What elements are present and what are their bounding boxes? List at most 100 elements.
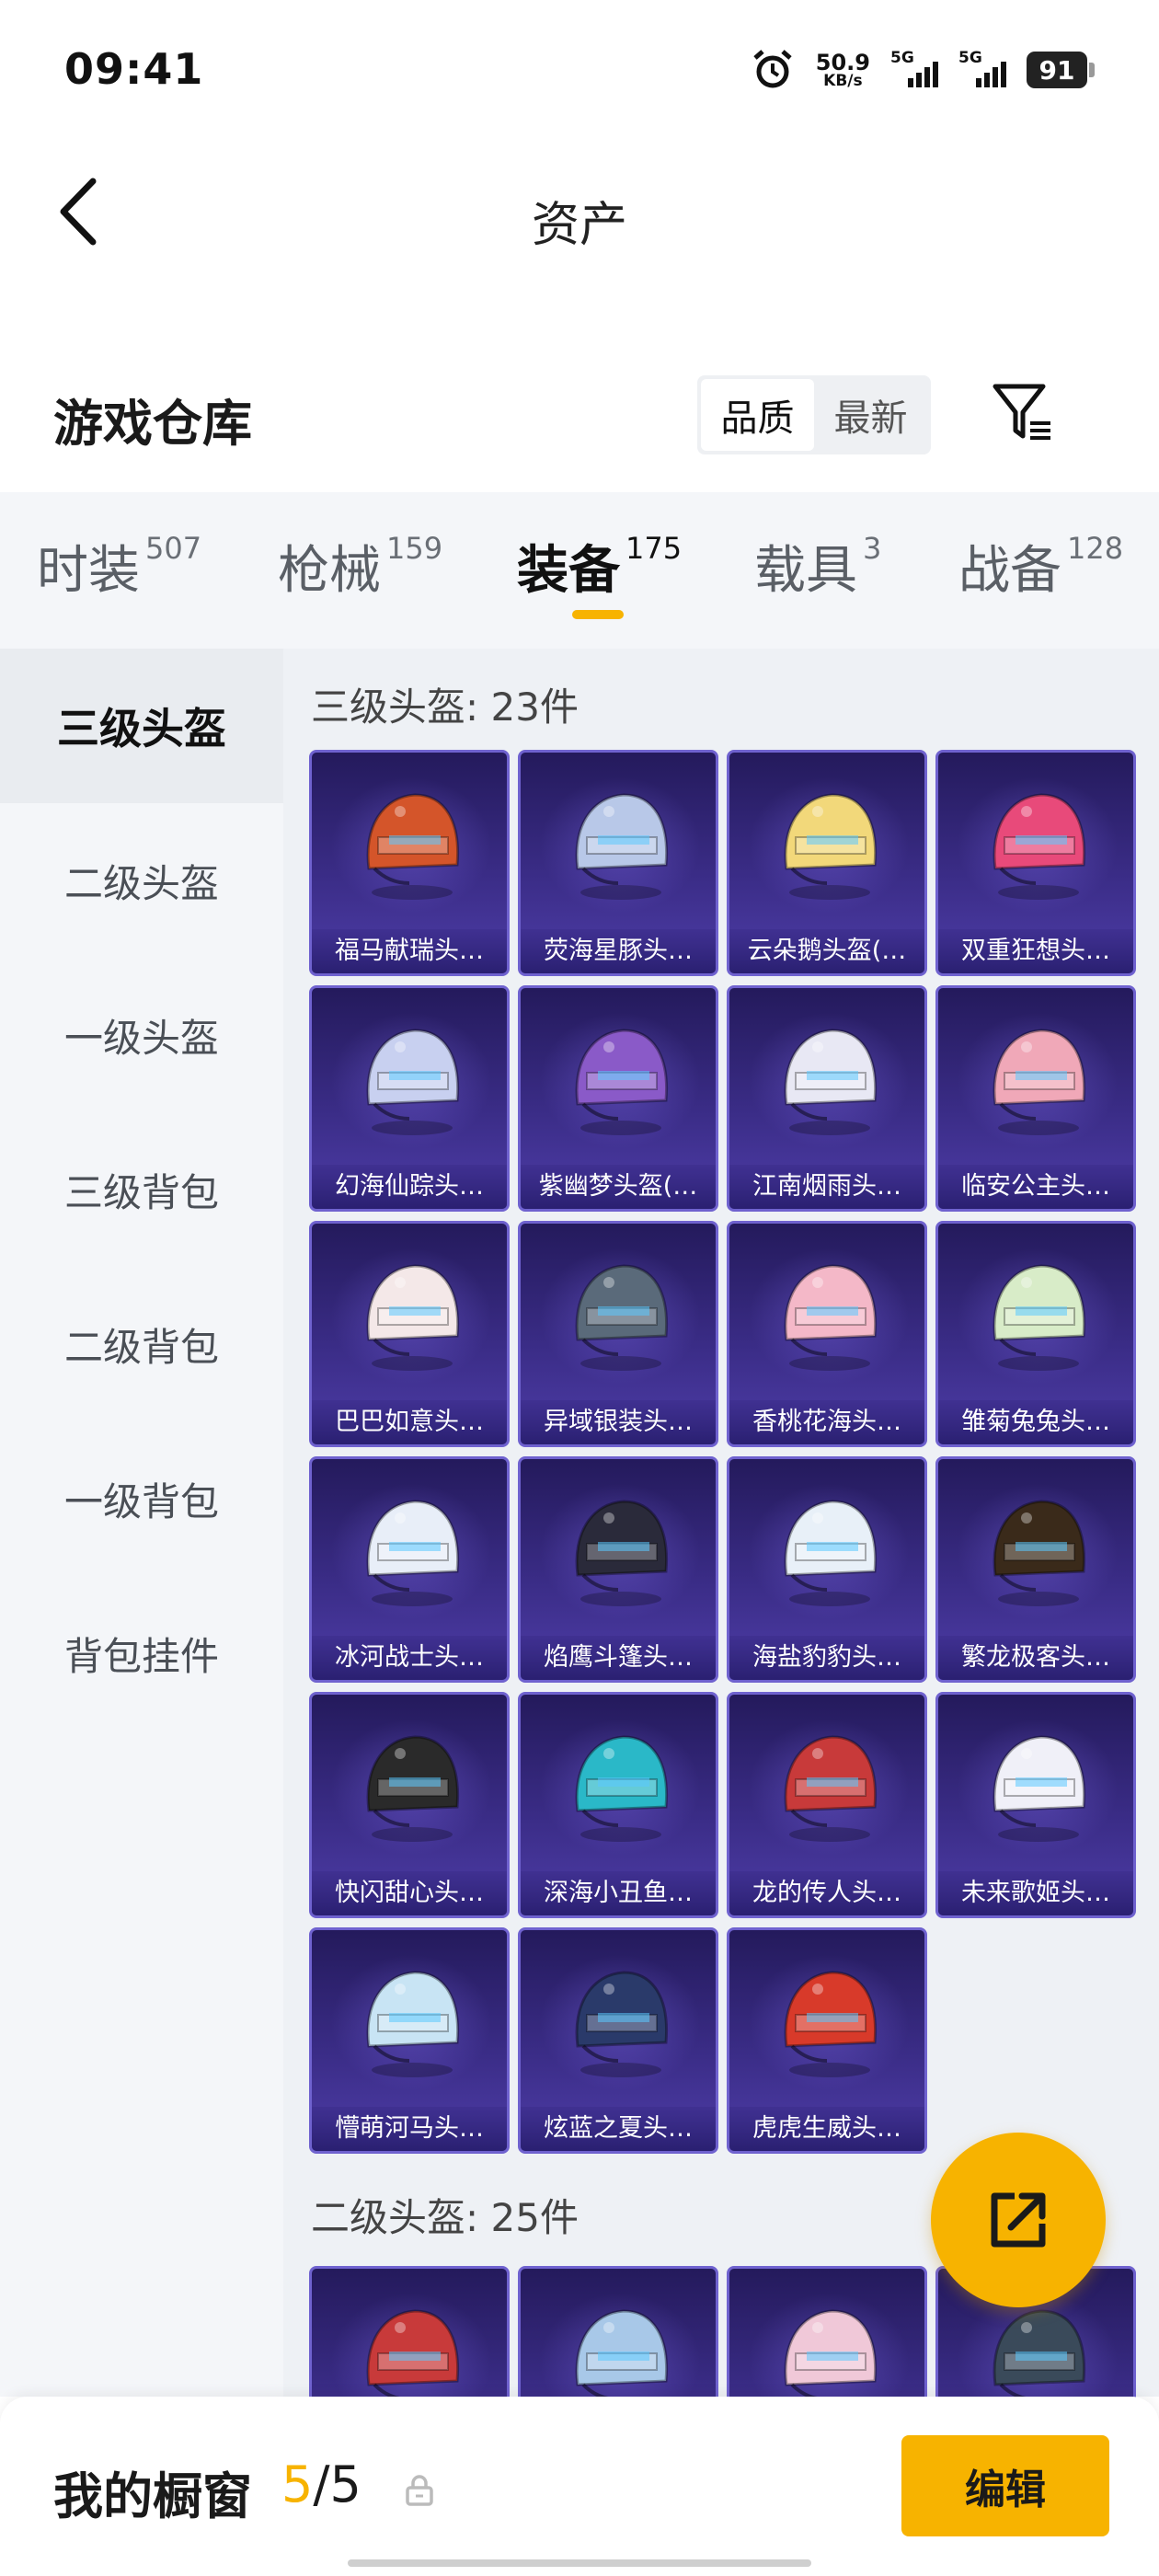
helmet-card[interactable]: 异域银装头…: [518, 1221, 718, 1447]
helmet-icon: [561, 1251, 681, 1380]
side-item-level1-helmet[interactable]: 一级头盔: [0, 958, 283, 1112]
home-indicator: [348, 2559, 811, 2567]
helmet-card[interactable]: 冰河战士头…: [309, 1456, 510, 1683]
helmet-icon: [561, 780, 681, 909]
sort-toggle: 品质 最新: [697, 375, 931, 454]
helmet-name: 荧海星豚头…: [521, 929, 716, 973]
helmet-icon: [352, 780, 472, 909]
share-button[interactable]: [931, 2133, 1106, 2307]
helmet-icon: [770, 1016, 889, 1144]
helmet-name: 临安公主头…: [938, 1165, 1133, 1209]
status-bar: 09:41 50.9 KB/s 5G 5G 91: [0, 0, 1159, 138]
helmet-icon: [979, 1487, 1098, 1616]
helmet-name: 冰河战士头…: [312, 1636, 507, 1680]
tab-indicator: [572, 610, 624, 619]
lock-icon: [406, 2475, 433, 2506]
helmet-card[interactable]: 香桃花海头…: [727, 1221, 927, 1447]
helmet-name: 龙的传人头…: [729, 1871, 924, 1915]
helmet-icon: [352, 1958, 472, 2087]
helmet-icon: [352, 1722, 472, 1851]
signal-icon: 5G: [890, 49, 938, 91]
tab-fashion[interactable]: 时装 507: [37, 529, 201, 604]
helmet-card[interactable]: 雏菊兔兔头…: [935, 1221, 1136, 1447]
helmet-card[interactable]: 快闪甜心头…: [309, 1692, 510, 1918]
side-item-level2-backpack[interactable]: 二级背包: [0, 1267, 283, 1421]
helmet-card[interactable]: 福马献瑞头…: [309, 750, 510, 976]
helmet-name: 异域银装头…: [521, 1400, 716, 1444]
helmet-icon: [561, 1487, 681, 1616]
section-title: 三级头盔: 23件: [311, 684, 579, 730]
alarm-icon: [750, 47, 796, 93]
helmet-card[interactable]: 焰鹰斗篷头…: [518, 1456, 718, 1683]
helmet-card[interactable]: 江南烟雨头…: [727, 985, 927, 1212]
helmet-name: 紫幽梦头盔(…: [521, 1165, 716, 1209]
helmet-name: 巴巴如意头…: [312, 1400, 507, 1444]
helmet-card[interactable]: 未来歌姬头…: [935, 1692, 1136, 1918]
helmet-card[interactable]: 临安公主头…: [935, 985, 1136, 1212]
category-tabs: 时装 507 枪械 159 装备 175 载具 3 战备 128: [0, 492, 1159, 649]
status-icons: 50.9 KB/s 5G 5G 91: [750, 44, 1095, 96]
helmet-name: 虎虎生威头…: [729, 2107, 924, 2151]
helmet-name: 双重狂想头…: [938, 929, 1133, 973]
helmet-name: 海盐豹豹头…: [729, 1636, 924, 1680]
helmet-card[interactable]: 深海小丑鱼…: [518, 1692, 718, 1918]
helmet-card[interactable]: 云朵鹅头盔(…: [727, 750, 927, 976]
side-item-level1-backpack[interactable]: 一级背包: [0, 1421, 283, 1576]
side-menu: 三级头盔 二级头盔 一级头盔 三级背包 二级背包 一级背包 背包挂件: [0, 649, 283, 2397]
bottom-bar: 我的橱窗 5/5 编辑: [0, 2397, 1159, 2576]
helmet-icon: [561, 1016, 681, 1144]
helmet-name: 未来歌姬头…: [938, 1871, 1133, 1915]
warehouse-title: 游戏仓库: [53, 395, 252, 453]
helmet-icon: [770, 1487, 889, 1616]
helmet-name: 焰鹰斗篷头…: [521, 1636, 716, 1680]
side-item-backpack-pendant[interactable]: 背包挂件: [0, 1576, 283, 1731]
helmet-icon: [979, 1722, 1098, 1851]
sort-option-quality[interactable]: 品质: [701, 379, 814, 451]
share-icon: [991, 2192, 1046, 2248]
helmet-card[interactable]: 荧海星豚头…: [518, 750, 718, 976]
helmet-card[interactable]: 虎虎生威头…: [727, 1927, 927, 2154]
helmet-card[interactable]: 海盐豹豹头…: [727, 1456, 927, 1683]
showcase-count: 5/5: [281, 2455, 361, 2513]
side-item-level2-helmet[interactable]: 二级头盔: [0, 803, 283, 958]
helmet-name: 江南烟雨头…: [729, 1165, 924, 1209]
helmet-icon: [770, 780, 889, 909]
tab-vehicles[interactable]: 载具 3: [754, 529, 881, 604]
helmet-icon: [352, 1251, 472, 1380]
helmet-card[interactable]: 幻海仙踪头…: [309, 985, 510, 1212]
helmet-icon: [352, 1016, 472, 1144]
helmet-card[interactable]: 懵萌河马头…: [309, 1927, 510, 2154]
nav-bar: 资产: [0, 138, 1159, 285]
helmet-card[interactable]: 双重狂想头…: [935, 750, 1136, 976]
helmet-icon: [770, 1958, 889, 2087]
page-title: 资产: [531, 198, 627, 253]
side-item-level3-backpack[interactable]: 三级背包: [0, 1112, 283, 1267]
helmet-icon: [561, 1722, 681, 1851]
helmet-card[interactable]: 紫幽梦头盔(…: [518, 985, 718, 1212]
filter-button[interactable]: [990, 379, 1056, 445]
helmet-icon: [352, 1487, 472, 1616]
helmet-card[interactable]: 繁龙极客头…: [935, 1456, 1136, 1683]
helmet-name: 炫蓝之夏头…: [521, 2107, 716, 2151]
tab-firearms[interactable]: 枪械 159: [278, 529, 442, 604]
helmet-icon: [561, 1958, 681, 2087]
helmet-name: 幻海仙踪头…: [312, 1165, 507, 1209]
helmet-card[interactable]: 龙的传人头…: [727, 1692, 927, 1918]
helmet-name: 福马献瑞头…: [312, 929, 507, 973]
filter-icon: [993, 384, 1050, 440]
sort-option-latest[interactable]: 最新: [814, 379, 927, 451]
helmet-icon: [979, 780, 1098, 909]
helmet-icon: [979, 1016, 1098, 1144]
warehouse-header: 游戏仓库 品质 最新: [0, 368, 1159, 469]
helmet-card[interactable]: 炫蓝之夏头…: [518, 1927, 718, 2154]
tab-battle-prep[interactable]: 战备 128: [958, 529, 1123, 604]
edit-button[interactable]: 编辑: [901, 2435, 1109, 2536]
net-speed: 50.9 KB/s: [815, 49, 870, 90]
helmet-name: 雏菊兔兔头…: [938, 1400, 1133, 1444]
helmet-name: 懵萌河马头…: [312, 2107, 507, 2151]
helmet-icon: [979, 1251, 1098, 1380]
signal-icon: 5G: [958, 49, 1006, 91]
tab-equipment[interactable]: 装备 175: [517, 529, 682, 604]
side-item-level3-helmet[interactable]: 三级头盔: [0, 649, 283, 803]
helmet-card[interactable]: 巴巴如意头…: [309, 1221, 510, 1447]
